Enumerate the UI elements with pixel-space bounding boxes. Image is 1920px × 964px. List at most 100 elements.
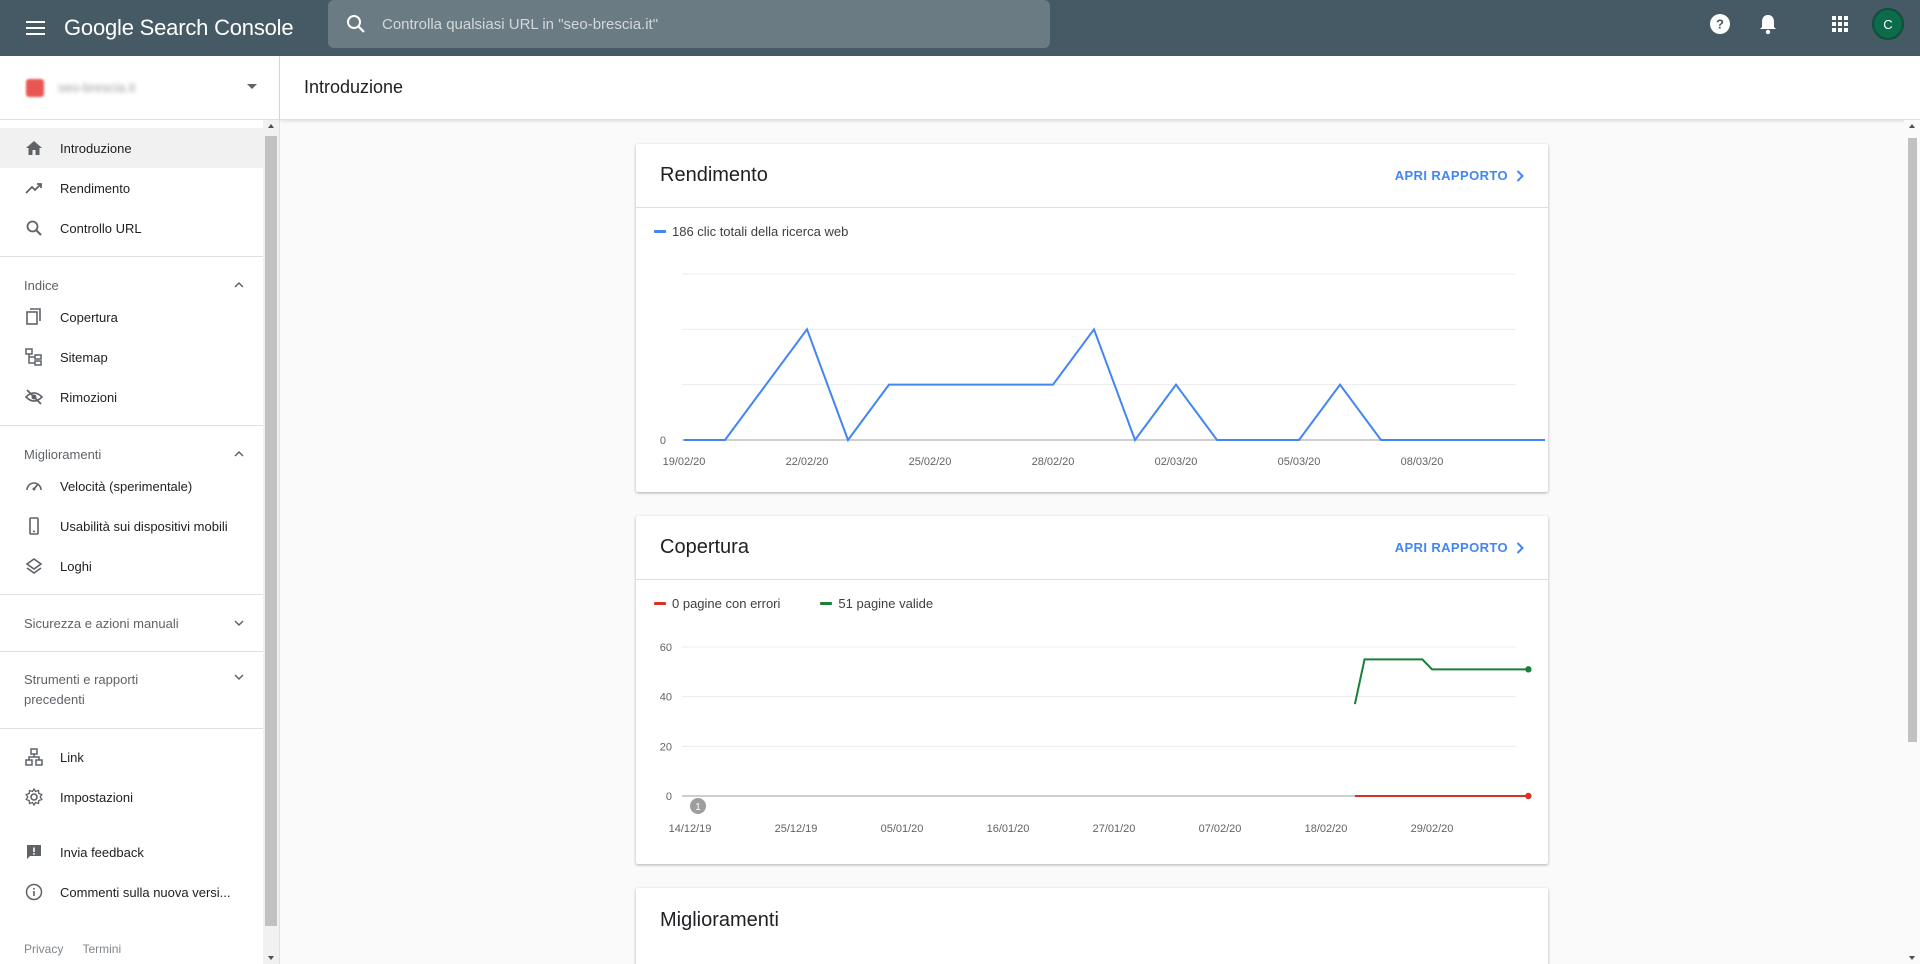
sidebar-group-indice: Indice Copertura Sitemap Rimozioni <box>0 256 264 425</box>
rendimento-card: Rendimento APRI RAPPORTO 186 clic totali… <box>636 144 1548 492</box>
sidebar-item-label: Impostazioni <box>60 789 133 805</box>
sidebar-item-label: Loghi <box>60 558 92 574</box>
search-icon <box>344 12 368 36</box>
gear-icon <box>24 787 44 807</box>
x-tick-label: 22/02/20 <box>786 456 829 468</box>
copy-icon <box>24 307 44 327</box>
top-actions: ? C <box>1708 0 1920 48</box>
scroll-up-arrow-icon[interactable] <box>268 124 274 128</box>
home-icon <box>24 138 44 158</box>
sidebar-item-label: Usabilità sui dispositivi mobili <box>60 518 228 534</box>
series-line-errors-end-point <box>1525 792 1532 800</box>
terms-link[interactable]: Termini <box>82 942 121 956</box>
apps-grid-icon[interactable] <box>1828 12 1852 36</box>
sidebar-item-label: Controllo URL <box>60 220 142 236</box>
sidebar: seo-brescia.it Introduzione Rendimento C… <box>0 56 280 964</box>
search-icon <box>24 218 44 238</box>
sidebar-nav: Introduzione Rendimento Controllo URL In… <box>0 120 264 964</box>
y-tick-label: 0 <box>660 435 666 447</box>
rendimento-chart: 0 19/02/20 22/02/20 25/02/20 28/02/20 02/03/2… <box>660 273 1545 468</box>
sidebar-item-sitemap[interactable]: Sitemap <box>0 337 264 377</box>
sidebar-item-invia-feedback[interactable]: Invia feedback <box>0 832 264 872</box>
chevron-down-icon <box>234 674 244 681</box>
x-tick-label: 07/02/20 <box>1199 823 1242 835</box>
smartphone-icon <box>24 516 44 536</box>
page-header: Introduzione <box>280 56 1920 120</box>
layers-icon <box>24 556 44 576</box>
x-tick-label: 25/02/20 <box>909 456 952 468</box>
sidebar-item-label: Rendimento <box>60 180 131 196</box>
y-tick-label: 20 <box>660 741 672 753</box>
speedometer-icon <box>24 476 44 496</box>
app-logo[interactable]: Google Search Console <box>64 15 294 41</box>
info-icon <box>24 882 44 902</box>
group-toggle-strumenti[interactable]: Strumenti e rapporti precedenti <box>0 652 264 728</box>
privacy-link[interactable]: Privacy <box>24 942 63 956</box>
sidebar-item-copertura[interactable]: Copertura <box>0 297 264 337</box>
scroll-down-arrow-icon[interactable] <box>1909 956 1915 960</box>
chevron-up-icon <box>234 281 244 288</box>
sidebar-item-label: Velocità (sperimentale) <box>60 478 193 494</box>
sidebar-item-label: Commenti sulla nuova versi... <box>60 884 231 900</box>
sidebar-item-rendimento[interactable]: Rendimento <box>0 168 264 208</box>
y-tick-label: 40 <box>660 692 672 704</box>
group-label-line2: precedenti <box>24 692 85 707</box>
miglioramenti-card: Miglioramenti <box>636 888 1548 964</box>
series-line-valid-end-point <box>1525 666 1532 673</box>
eye-off-icon <box>24 387 44 407</box>
series-line-valid <box>1353 658 1529 705</box>
sidebar-item-commenti[interactable]: Commenti sulla nuova versi... <box>0 872 264 912</box>
sidebar-item-velocita[interactable]: Velocità (sperimentale) <box>0 466 264 506</box>
group-label: Miglioramenti <box>24 446 102 462</box>
sidebar-footer: Privacy Termini <box>24 942 137 956</box>
x-tick-label: 08/03/20 <box>1401 456 1444 468</box>
scroll-up-arrow-icon[interactable] <box>1909 124 1915 128</box>
main-scrollbar[interactable] <box>1904 120 1920 964</box>
sidebar-item-label: Introduzione <box>60 140 132 156</box>
avatar[interactable]: C <box>1872 8 1904 40</box>
sidebar-item-rimozioni[interactable]: Rimozioni <box>0 377 264 417</box>
group-label-line1: Strumenti e rapporti <box>24 672 139 687</box>
property-selector[interactable]: seo-brescia.it <box>0 56 279 120</box>
sidebar-group-sicurezza: Sicurezza e azioni manuali <box>0 594 264 651</box>
group-toggle-sicurezza[interactable]: Sicurezza e azioni manuali <box>0 595 264 651</box>
group-label: Sicurezza e azioni manuali <box>24 615 179 631</box>
property-favicon <box>26 78 44 97</box>
sidebar-scrollbar[interactable] <box>263 120 279 964</box>
sidebar-scrollbar-thumb[interactable] <box>265 136 277 926</box>
sidebar-item-label: Link <box>60 749 84 765</box>
notifications-icon[interactable] <box>1756 12 1780 36</box>
chevron-up-icon <box>234 450 244 457</box>
x-tick-label: 27/01/20 <box>1093 823 1136 835</box>
sidebar-item-impostazioni[interactable]: Impostazioni <box>0 777 264 817</box>
x-tick-label: 02/03/20 <box>1155 456 1198 468</box>
sidebar-item-label: Copertura <box>60 309 118 325</box>
search-input[interactable] <box>382 15 982 33</box>
sidebar-group-strumenti: Strumenti e rapporti precedenti <box>0 651 264 728</box>
sidebar-item-label: Rimozioni <box>60 389 118 405</box>
annotation-label: 1 <box>695 802 701 813</box>
main-scrollbar-thumb[interactable] <box>1908 138 1917 742</box>
x-tick-label: 28/02/20 <box>1032 456 1075 468</box>
help-icon[interactable]: ? <box>1708 12 1732 36</box>
trending-up-icon <box>24 178 44 198</box>
property-name: seo-brescia.it <box>58 80 136 95</box>
y-tick-label: 60 <box>660 642 672 654</box>
sidebar-item-controllo-url[interactable]: Controllo URL <box>0 208 264 248</box>
sidebar-item-usabilita-mobile[interactable]: Usabilità sui dispositivi mobili <box>0 506 264 546</box>
sidebar-item-introduzione[interactable]: Introduzione <box>0 128 264 168</box>
scroll-down-arrow-icon[interactable] <box>268 956 274 960</box>
copertura-card: Copertura APRI RAPPORTO 0 pagine con err… <box>636 516 1548 864</box>
sidebar-item-loghi[interactable]: Loghi <box>0 546 264 586</box>
y-tick-label: 0 <box>666 791 672 803</box>
sidebar-item-label: Sitemap <box>60 349 108 365</box>
card-title: Miglioramenti <box>660 908 779 931</box>
menu-icon[interactable] <box>24 16 48 40</box>
sidebar-item-link[interactable]: Link <box>0 737 264 777</box>
group-label: Strumenti e rapporti precedenti <box>24 670 138 710</box>
x-tick-label: 19/02/20 <box>663 456 706 468</box>
group-label: Indice <box>24 277 59 293</box>
x-tick-label: 16/01/20 <box>987 823 1030 835</box>
url-inspection-search[interactable] <box>328 0 1050 48</box>
sidebar-item-label: Invia feedback <box>60 844 144 860</box>
